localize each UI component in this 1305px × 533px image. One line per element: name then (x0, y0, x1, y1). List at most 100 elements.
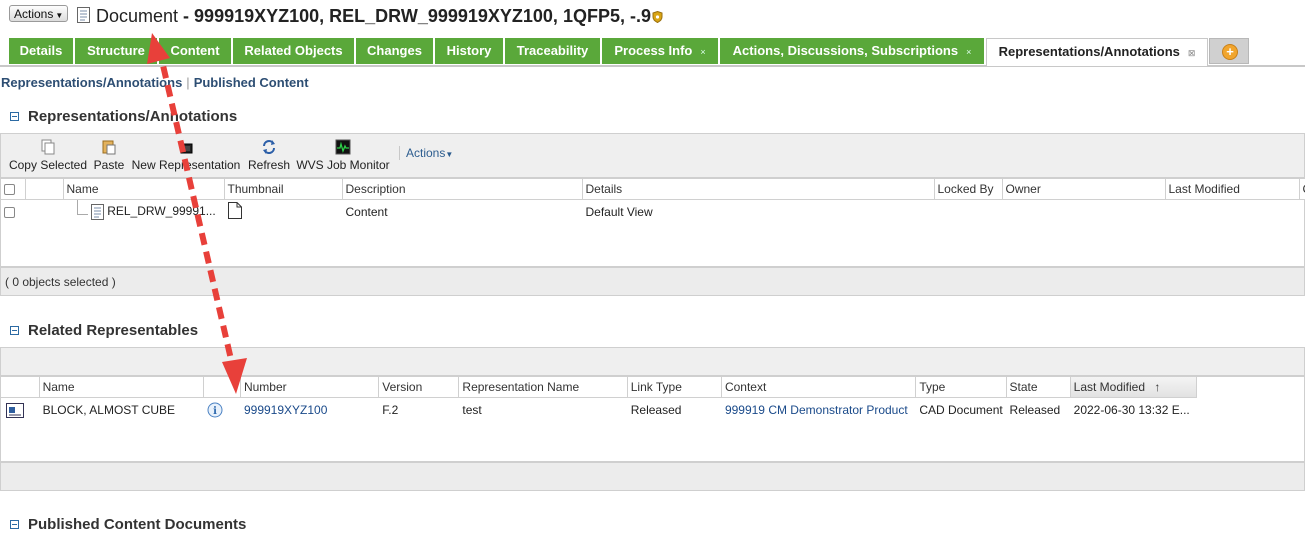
row-name-cell[interactable]: REL_DRW_99991... (63, 200, 224, 225)
column-header-name[interactable]: Name (39, 377, 204, 398)
row-representation-name: test (462, 403, 482, 417)
tree-line-icon (76, 200, 88, 215)
last-modified-label: Last Modified (1073, 380, 1146, 394)
related-representables-table: Name Number Version Representation Name … (1, 377, 1198, 423)
column-header-representation-name[interactable]: Representation Name (458, 377, 628, 398)
caret-down-icon: ▼ (445, 150, 454, 159)
column-header-c[interactable]: C (1299, 179, 1305, 200)
column-header-state[interactable]: State (1006, 377, 1071, 398)
caret-down-icon: ▼ (55, 11, 64, 20)
column-header-info (203, 377, 241, 398)
representations-toolbar: Copy Selected Paste New Representation R… (0, 133, 1305, 178)
related-status-bar (0, 462, 1305, 491)
column-header-description[interactable]: Description (342, 179, 583, 200)
tab-label: Process Info (614, 43, 693, 58)
document-icon (77, 7, 90, 23)
column-header-name[interactable]: Name (63, 179, 225, 200)
column-header-context[interactable]: Context (721, 377, 917, 398)
toolbar-actions-label: Actions (406, 146, 446, 160)
new-representation-button[interactable]: New Representation (129, 134, 243, 174)
blank-page-icon (227, 202, 242, 219)
document-icon (90, 204, 104, 220)
add-tab-button[interactable]: + (1209, 38, 1249, 64)
column-header-number[interactable]: Number (240, 377, 380, 398)
tab-label: Representations/Annotations (998, 44, 1180, 59)
page-title-type: Document (96, 6, 179, 26)
related-representables-table-panel: Name Number Version Representation Name … (0, 376, 1305, 462)
tab-label: Related Objects (244, 43, 343, 58)
page-title: Document - 999919XYZ100, REL_DRW_999919X… (96, 5, 651, 27)
tab-details[interactable]: Details (9, 38, 74, 64)
subnav-published-content[interactable]: Published Content (194, 75, 309, 90)
table-header-row: Name Thumbnail Description Details Locke… (1, 179, 1305, 200)
copy-selected-button[interactable]: Copy Selected (7, 134, 89, 174)
column-header-version[interactable]: Version (378, 377, 460, 398)
tab-history[interactable]: History (435, 38, 504, 64)
row-blank-cell (25, 200, 63, 225)
column-header-last-modified[interactable]: Last Modified (1165, 179, 1300, 200)
column-header-details[interactable]: Details (582, 179, 935, 200)
select-all-checkbox[interactable] (4, 184, 15, 196)
row-description: Content (345, 205, 388, 219)
subnav: Representations/Annotations | Published Co… (1, 75, 309, 90)
close-tab-icon[interactable]: ⊠ (1188, 48, 1196, 58)
row-owner (1002, 200, 1165, 225)
column-header-thumbnail[interactable]: Thumbnail (224, 179, 343, 200)
row-context-link[interactable]: 999919 CM Demonstrator Product (721, 398, 915, 423)
column-header-locked-by[interactable]: Locked By (934, 179, 1003, 200)
row-select-cell[interactable] (1, 200, 25, 225)
column-header-owner[interactable]: Owner (1002, 179, 1166, 200)
row-locked-by (934, 200, 1002, 225)
tab-representations-annotations[interactable]: Representations/Annotations ⊠ (986, 38, 1208, 66)
table-row[interactable]: BLOCK, ALMOST CUBE i 999919XYZ100 F.2 te… (1, 398, 1197, 423)
paste-icon (102, 140, 116, 155)
row-thumbnail-cell[interactable] (224, 200, 342, 225)
row-name: BLOCK, ALMOST CUBE (42, 403, 176, 417)
monitor-icon (335, 139, 351, 155)
sort-ascending-icon[interactable]: ↑ (1154, 380, 1160, 394)
tab-process-info[interactable]: Process Info × (602, 38, 719, 64)
subnav-representations-annotations[interactable]: Representations/Annotations (1, 75, 182, 90)
toolbar-actions-menu[interactable]: Actions▼ (399, 146, 453, 160)
tab-changes[interactable]: Changes (356, 38, 434, 64)
row-number-link[interactable]: 999919XYZ100 (240, 398, 378, 423)
row-checkbox[interactable] (4, 207, 15, 219)
collapse-toggle-icon[interactable] (10, 325, 19, 335)
close-tab-icon[interactable]: × (700, 47, 705, 57)
column-header-last-modified[interactable]: Last Modified ↑ (1070, 377, 1198, 398)
row-info-cell[interactable]: i (203, 398, 240, 423)
collapse-toggle-icon[interactable] (10, 519, 19, 529)
selection-status-bar: ( 0 objects selected ) (0, 267, 1305, 296)
section-representations-heading: Representations/Annotations (10, 108, 237, 125)
section-title: Related Representables (28, 322, 199, 339)
tab-related-objects[interactable]: Related Objects (233, 38, 355, 64)
table-row[interactable]: REL_DRW_99991... Content Default View (1, 200, 1305, 225)
tab-label: Structure (87, 43, 145, 58)
close-tab-icon[interactable]: × (966, 47, 971, 57)
tab-structure[interactable]: Structure (75, 38, 158, 64)
table-header-row: Name Number Version Representation Name … (1, 377, 1198, 398)
refresh-label: Refresh (247, 158, 291, 172)
tab-content[interactable]: Content (159, 38, 232, 64)
actions-menu-button[interactable]: Actions ▼ (9, 5, 69, 22)
column-header-type[interactable]: Type (915, 377, 1007, 398)
info-icon[interactable]: i (207, 402, 223, 418)
select-all-column[interactable] (1, 179, 26, 200)
tab-label: Changes (367, 43, 422, 58)
row-details: Default View (585, 205, 653, 219)
tab-traceability[interactable]: Traceability (505, 38, 601, 64)
tab-actions-discussions-subscriptions[interactable]: Actions, Discussions, Subscriptions × (720, 38, 985, 64)
row-version: F.2 (382, 403, 399, 417)
wvs-job-monitor-button[interactable]: WVS Job Monitor (294, 134, 392, 174)
collapse-toggle-icon[interactable] (10, 111, 19, 121)
actions-menu-label: Actions (14, 7, 54, 21)
wvs-job-monitor-label: WVS Job Monitor (296, 158, 390, 172)
refresh-button[interactable]: Refresh (245, 134, 293, 174)
representations-table: Name Thumbnail Description Details Locke… (1, 179, 1305, 224)
subnav-separator: | (186, 75, 190, 90)
row-state: Released (1009, 403, 1061, 417)
copy-selected-label: Copy Selected (8, 158, 88, 172)
column-header-link-type[interactable]: Link Type (627, 377, 722, 398)
paste-button[interactable]: Paste (91, 134, 127, 174)
section-title: Representations/Annotations (28, 108, 238, 125)
